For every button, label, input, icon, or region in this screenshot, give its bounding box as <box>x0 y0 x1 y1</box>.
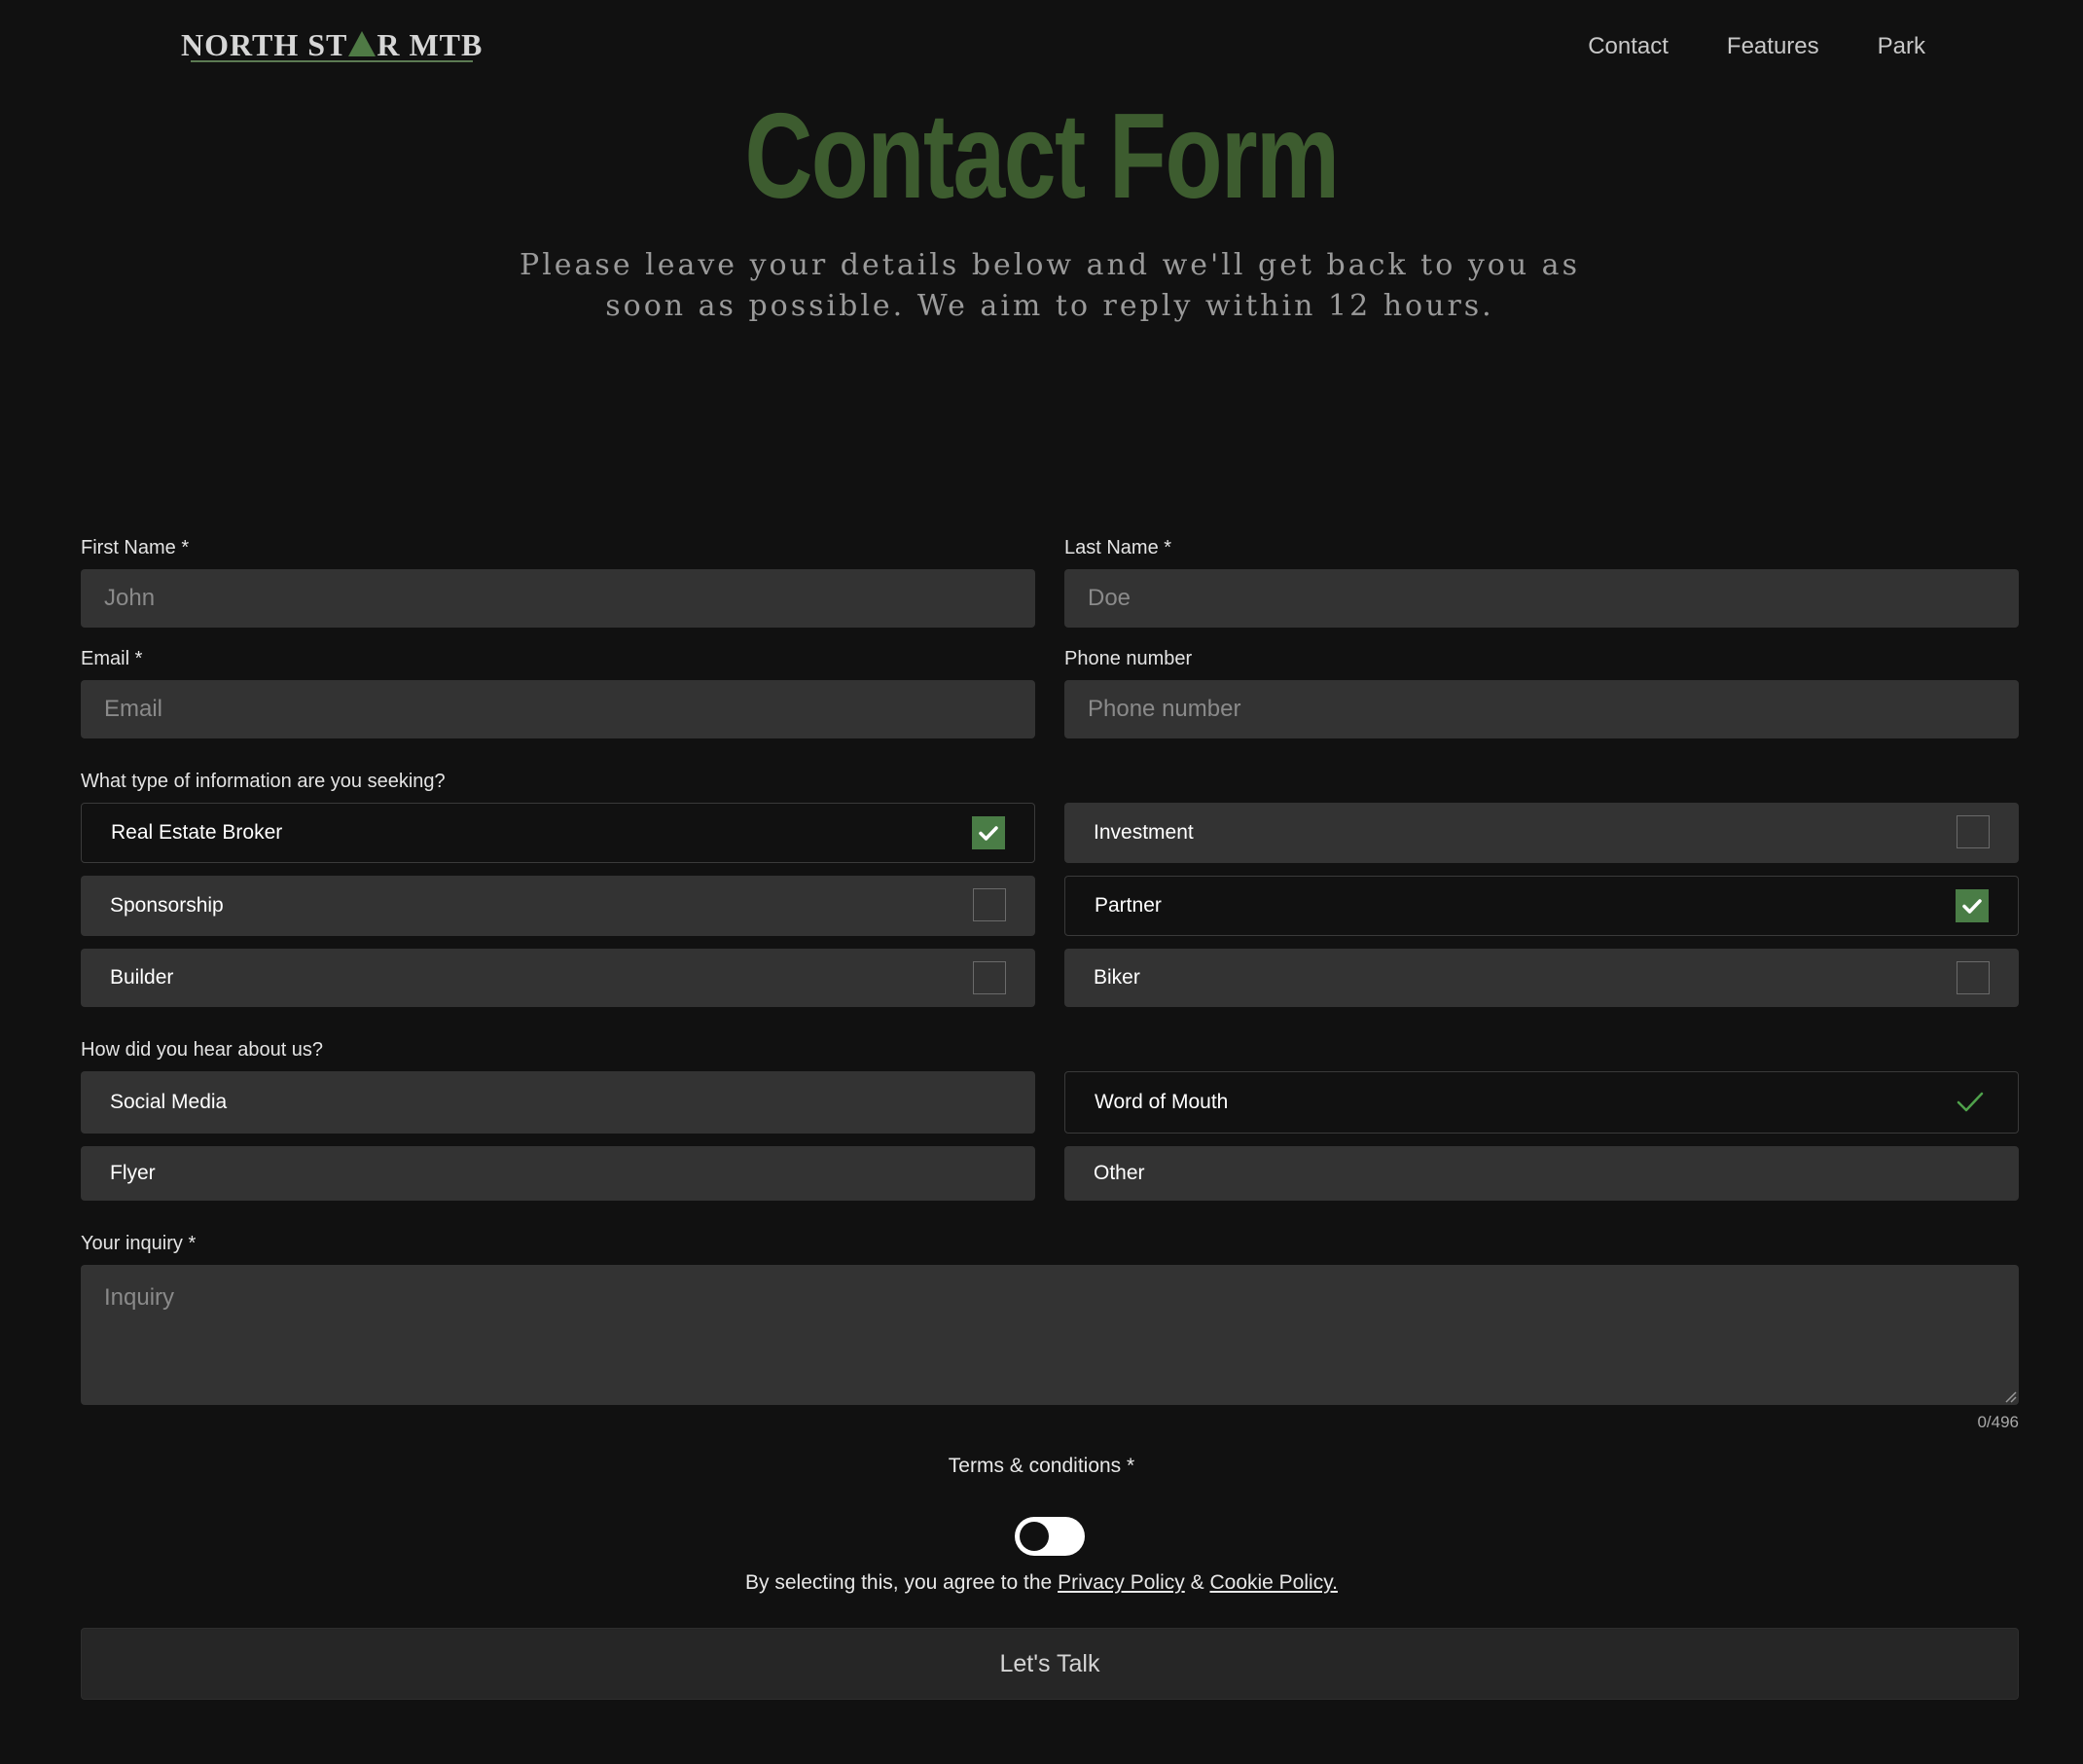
page-subtitle: Please leave your details below and we'l… <box>520 248 1580 323</box>
privacy-policy-link[interactable]: Privacy Policy <box>1058 1571 1185 1594</box>
option-label: Flyer <box>110 1162 156 1184</box>
character-counter: 0/496 <box>1977 1413 2019 1431</box>
last-name-label: Last Name * <box>1064 537 1172 558</box>
option-builder[interactable]: Builder <box>81 949 1035 1007</box>
option-partner[interactable]: Partner <box>1064 876 2019 936</box>
option-label: Word of Mouth <box>1095 1091 1229 1113</box>
page-title: Contact Form <box>744 90 1341 224</box>
contact-page: NORTH ST R MTB Contact Features Park Cont… <box>0 0 2083 1764</box>
checkbox[interactable] <box>1956 889 1989 922</box>
option-label: Biker <box>1094 966 1140 989</box>
cookie-policy-link[interactable]: Cookie Policy. <box>1209 1571 1338 1594</box>
option-biker[interactable]: Biker <box>1064 949 2019 1007</box>
inquiry-label: Your inquiry * <box>81 1233 197 1254</box>
option-label: Builder <box>110 966 174 989</box>
logo-text-start: NORTH ST <box>181 27 348 62</box>
hear-about-question: How did you hear about us? <box>81 1039 324 1061</box>
checkbox[interactable] <box>1957 815 1990 848</box>
option-other[interactable]: Other <box>1064 1146 2019 1201</box>
option-word-of-mouth[interactable]: Word of Mouth <box>1064 1071 2019 1134</box>
option-label: Real Estate Broker <box>111 821 283 844</box>
email-field[interactable] <box>81 680 1035 738</box>
terms-label: Terms & conditions * <box>948 1455 1135 1477</box>
logo-text-end: R MTB <box>377 27 484 62</box>
site-logo[interactable]: NORTH ST R MTB <box>181 27 483 63</box>
checkmark-icon <box>979 826 998 841</box>
phone-input[interactable] <box>1088 696 1995 723</box>
option-real-estate-broker[interactable]: Real Estate Broker <box>81 803 1035 863</box>
submit-button[interactable]: Let's Talk <box>81 1628 2019 1700</box>
phone-field[interactable] <box>1064 680 2019 738</box>
last-name-input[interactable] <box>1088 585 1995 612</box>
logo-triangle-icon <box>348 30 377 56</box>
option-label: Investment <box>1094 821 1194 844</box>
phone-label: Phone number <box>1064 648 1193 669</box>
option-flyer[interactable]: Flyer <box>81 1146 1035 1201</box>
checkbox[interactable] <box>973 961 1006 994</box>
first-name-field[interactable] <box>81 569 1035 628</box>
checkbox[interactable] <box>972 816 1005 849</box>
resize-handle-icon[interactable] <box>2003 1389 2017 1403</box>
last-name-field[interactable] <box>1064 569 2019 628</box>
check-icon <box>1957 1092 1984 1112</box>
info-type-question: What type of information are you seeking… <box>81 771 446 792</box>
option-social-media[interactable]: Social Media <box>81 1071 1035 1134</box>
first-name-label: First Name * <box>81 537 190 558</box>
toggle-knob <box>1020 1522 1049 1551</box>
email-input[interactable] <box>104 696 1012 723</box>
logo-underline <box>191 60 473 62</box>
checkbox[interactable] <box>973 888 1006 921</box>
terms-toggle[interactable] <box>1015 1517 1085 1556</box>
checkmark-icon <box>1962 899 1982 914</box>
first-name-input[interactable] <box>104 585 1012 612</box>
nav-park[interactable]: Park <box>1878 33 1925 60</box>
nav-contact[interactable]: Contact <box>1588 33 1669 60</box>
option-label: Other <box>1094 1162 1145 1184</box>
main-nav: Contact Features Park <box>1588 33 1925 60</box>
option-investment[interactable]: Investment <box>1064 803 2019 863</box>
inquiry-textarea[interactable] <box>104 1284 1995 1386</box>
option-label: Partner <box>1095 894 1162 917</box>
agreement-text: By selecting this, you agree to the Priv… <box>0 1571 2083 1595</box>
agreement-ampersand: & <box>1190 1571 1204 1594</box>
agreement-prefix: By selecting this, you agree to the <box>745 1571 1053 1594</box>
email-label: Email * <box>81 648 143 669</box>
checkbox[interactable] <box>1957 961 1990 994</box>
option-sponsorship[interactable]: Sponsorship <box>81 876 1035 936</box>
inquiry-field[interactable] <box>81 1265 2019 1405</box>
nav-features[interactable]: Features <box>1727 33 1819 60</box>
option-label: Social Media <box>110 1091 228 1113</box>
option-label: Sponsorship <box>110 894 224 917</box>
